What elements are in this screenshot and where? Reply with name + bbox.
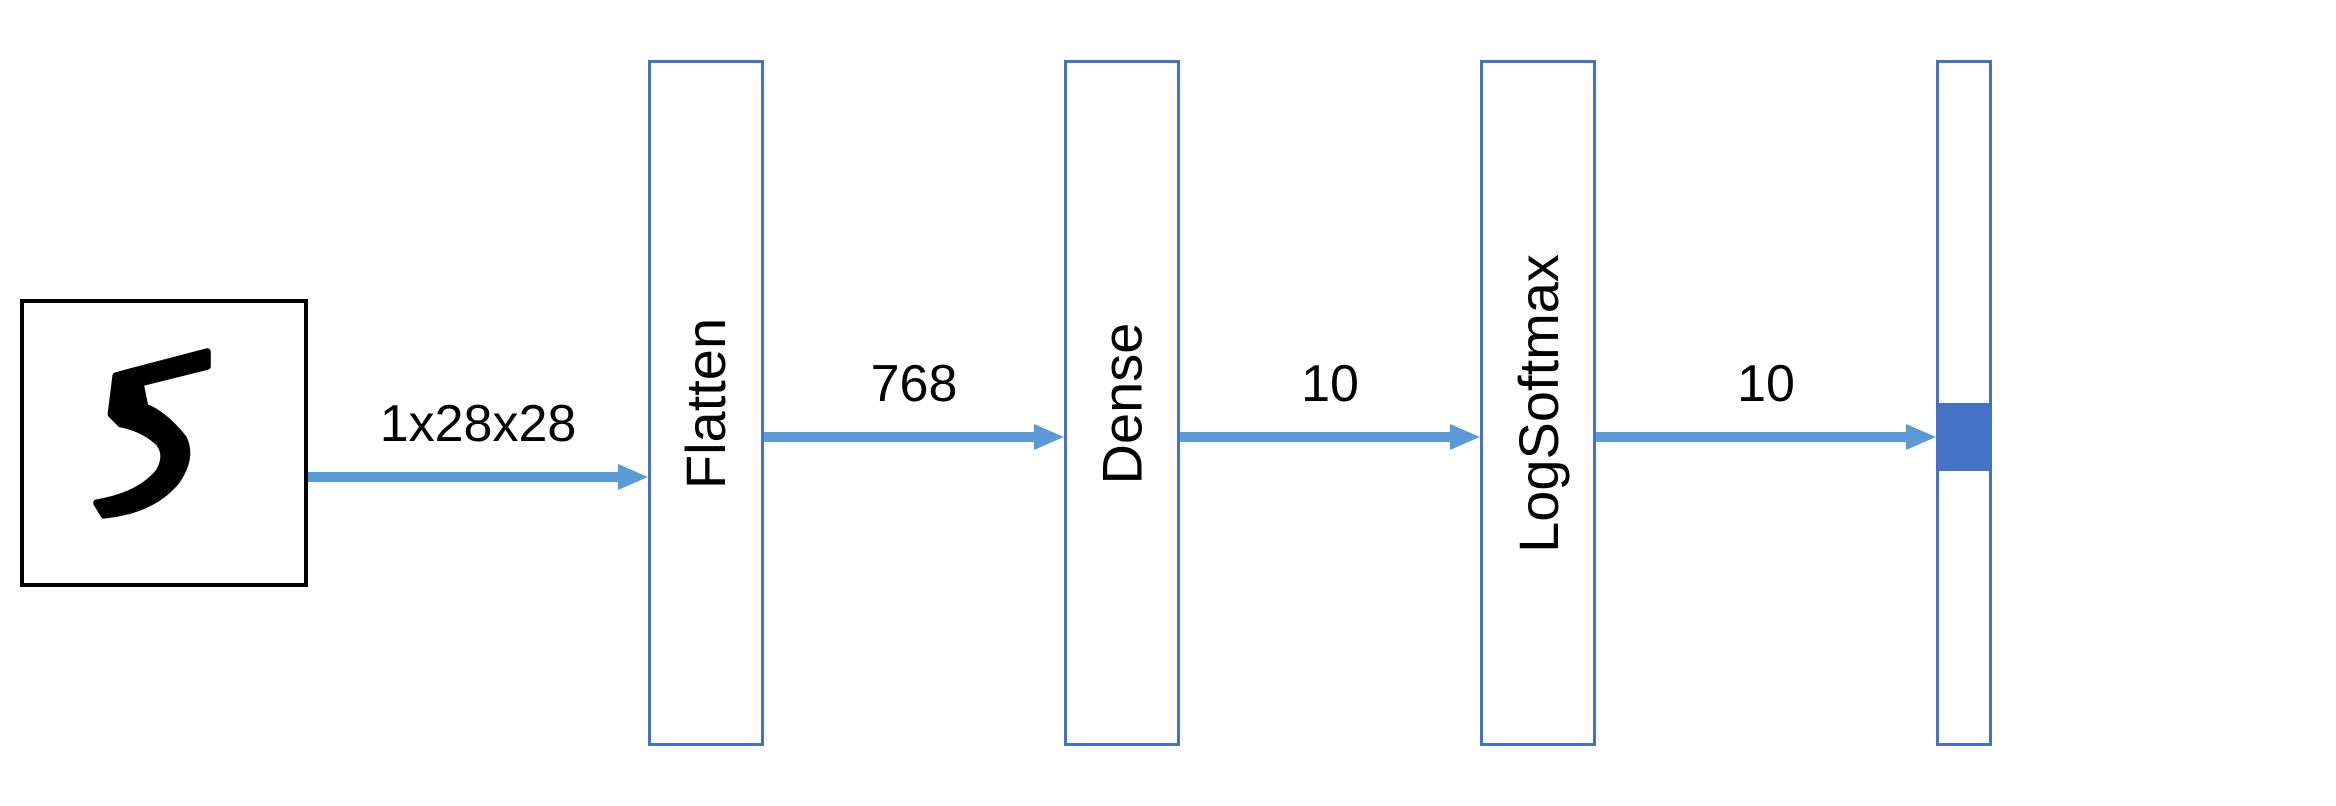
layer-label: Dense [1090,322,1155,484]
layer-label: LogSoftmax [1506,254,1571,553]
arrow-label: 1x28x28 [380,394,577,454]
output-box [1936,60,1992,746]
flatten-layer: Flatten [648,60,764,746]
arrow-flatten-to-dense: 768 [764,354,1064,452]
layer-label: Flatten [674,317,739,488]
output-highlighted-cell [1939,403,1989,471]
neural-network-diagram: 1x28x28 Flatten 768 Dense 10 LogSoftmax … [20,20,2316,786]
dense-layer: Dense [1064,60,1180,746]
arrow-dense-to-logsoftmax: 10 [1180,354,1480,452]
digit-five-icon [44,323,284,563]
arrow-label: 10 [1737,354,1795,414]
arrow-label: 10 [1301,354,1359,414]
arrow-label: 768 [871,354,958,414]
arrow-logsoftmax-to-output: 10 [1596,354,1936,452]
input-image-box [20,299,308,587]
logsoftmax-layer: LogSoftmax [1480,60,1596,746]
arrow-input-to-flatten: 1x28x28 [308,394,648,492]
